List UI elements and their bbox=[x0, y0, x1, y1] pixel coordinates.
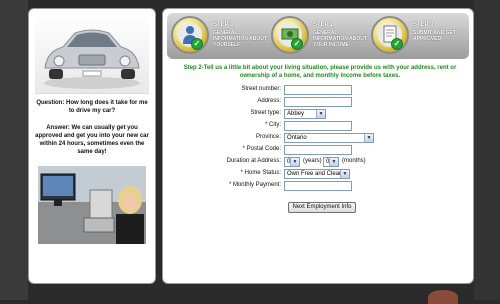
person-icon bbox=[171, 16, 209, 54]
step-2: ✓ STEP 2 GENERAL INFORMATION ABOUT YOUR … bbox=[271, 16, 367, 56]
duration-row: Duration at Address: 0 ▼ (years) 0 ▼ (mo… bbox=[163, 157, 473, 168]
home-status-row: * Home Status: Own Free and Clear ▼ bbox=[163, 169, 473, 180]
car-image bbox=[35, 13, 149, 94]
step-3-title: STEP 3 bbox=[413, 22, 434, 28]
faq-question: Question: How long does it take for me t… bbox=[36, 100, 148, 114]
money-icon bbox=[271, 16, 309, 54]
check-icon: ✓ bbox=[291, 38, 303, 50]
monthly-payment-label: * Monthly Payment: bbox=[228, 182, 281, 188]
chevron-down-icon: ▼ bbox=[329, 158, 338, 166]
street-type-value: Abbey bbox=[287, 111, 305, 117]
home-status-label: * Home Status: bbox=[240, 170, 281, 176]
page-background-right bbox=[474, 0, 500, 300]
postal-code-input[interactable] bbox=[284, 145, 352, 155]
next-employment-info-button[interactable]: Next Employment Info bbox=[288, 202, 356, 213]
step-2-title: STEP 2 bbox=[313, 22, 334, 28]
step-instructions: Step 2-Tell us a little bit about your l… bbox=[183, 65, 457, 79]
chevron-down-icon: ▼ bbox=[316, 110, 325, 118]
check-icon: ✓ bbox=[391, 38, 403, 50]
city-label: * City: bbox=[264, 122, 281, 128]
street-number-input[interactable] bbox=[284, 85, 352, 95]
monthly-payment-row: * Monthly Payment: bbox=[163, 181, 473, 192]
page-background-left bbox=[0, 0, 28, 300]
monthly-payment-input[interactable] bbox=[284, 181, 352, 191]
street-type-row: Street type: Abbey ▼ bbox=[163, 109, 473, 120]
street-type-select[interactable]: Abbey ▼ bbox=[284, 109, 326, 119]
duration-months-select[interactable]: 0 ▼ bbox=[323, 157, 339, 167]
step-2-description: GENERAL INFORMATION ABOUT YOUR INCOME bbox=[313, 30, 367, 48]
step-1-description: GENERAL INFORMATION ABOUT YOURSELF bbox=[213, 30, 267, 48]
step-1: ✓ STEP 1 GENERAL INFORMATION ABOUT YOURS… bbox=[171, 16, 267, 56]
document-icon bbox=[371, 16, 409, 54]
chevron-down-icon: ▼ bbox=[340, 170, 349, 178]
step-3-description: SUBMIT AND GET APPROVED! bbox=[413, 30, 456, 42]
postal-code-row: * Postal Code: bbox=[163, 145, 473, 156]
office-photo bbox=[38, 166, 146, 244]
province-value: Ontario bbox=[287, 135, 307, 141]
duration-months-unit: (months) bbox=[342, 158, 366, 164]
duration-label: Duration at Address: bbox=[226, 158, 281, 164]
street-number-label: Street number: bbox=[241, 86, 281, 92]
street-number-row: Street number: bbox=[163, 85, 473, 96]
postal-code-label: * Postal Code: bbox=[242, 146, 281, 152]
application-form-panel: ✓ STEP 1 GENERAL INFORMATION ABOUT YOURS… bbox=[162, 8, 474, 284]
province-select[interactable]: Ontario ▼ bbox=[284, 133, 374, 143]
left-info-panel: Question: How long does it take for me t… bbox=[28, 8, 156, 284]
step-1-title: STEP 1 bbox=[213, 22, 234, 28]
chevron-down-icon: ▼ bbox=[290, 158, 299, 166]
street-type-label: Street type: bbox=[250, 110, 281, 116]
province-row: Province: Ontario ▼ bbox=[163, 133, 473, 144]
city-input[interactable] bbox=[284, 121, 352, 131]
progress-steps-bar: ✓ STEP 1 GENERAL INFORMATION ABOUT YOURS… bbox=[167, 13, 469, 59]
chevron-down-icon: ▼ bbox=[364, 134, 373, 142]
avatar bbox=[428, 290, 458, 304]
step-3: ✓ STEP 3 SUBMIT AND GET APPROVED! bbox=[371, 16, 467, 56]
home-status-select[interactable]: Own Free and Clear ▼ bbox=[284, 169, 350, 179]
check-icon: ✓ bbox=[191, 38, 203, 50]
address-input[interactable] bbox=[284, 97, 352, 107]
faq-answer: Answer: We can usually get you approved … bbox=[35, 125, 149, 155]
province-label: Province: bbox=[255, 134, 281, 140]
home-status-value: Own Free and Clear bbox=[287, 171, 342, 177]
duration-years-select[interactable]: 0 ▼ bbox=[284, 157, 300, 167]
city-row: * City: bbox=[163, 121, 473, 132]
address-label: Address: bbox=[257, 98, 281, 104]
address-row: Address: bbox=[163, 97, 473, 108]
duration-years-unit: (years) bbox=[303, 158, 322, 164]
